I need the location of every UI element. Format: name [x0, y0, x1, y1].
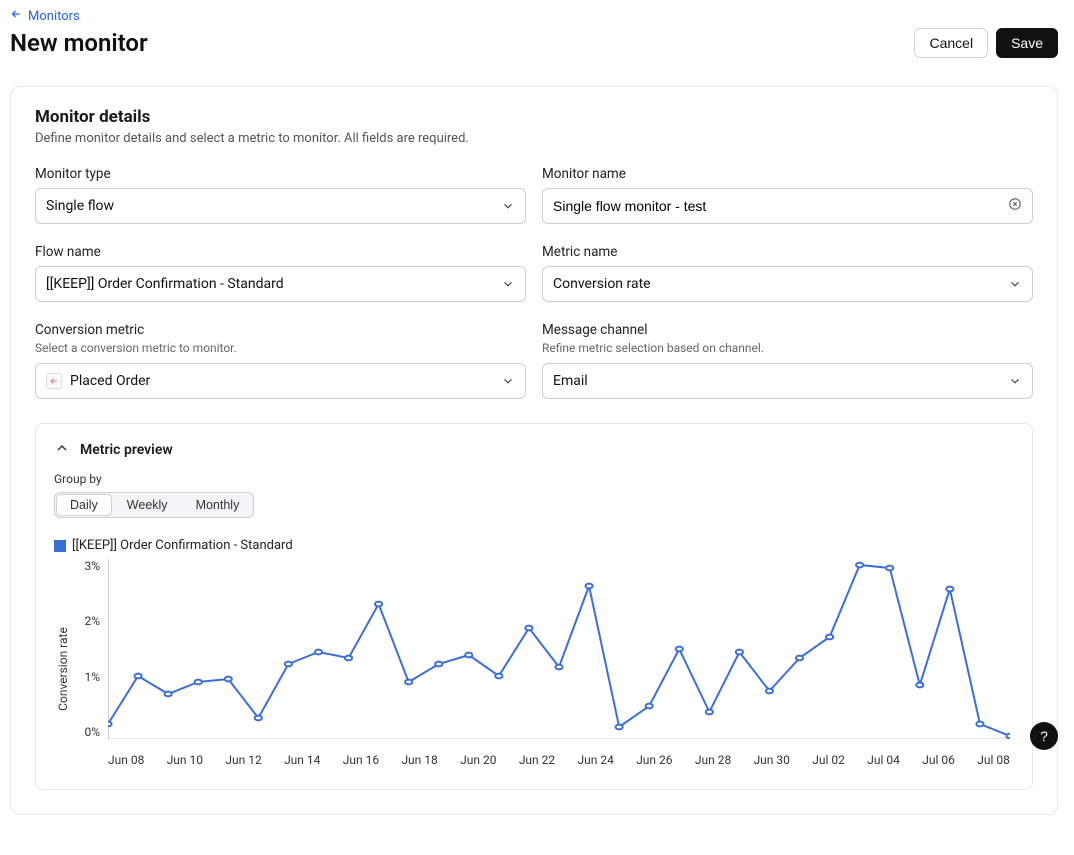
y-tick-label: 2% — [84, 614, 100, 628]
y-tick-labels: 3% 2% 1% 0% — [72, 559, 104, 739]
chevron-down-icon — [1008, 277, 1022, 291]
group-by-weekly[interactable]: Weekly — [113, 494, 182, 516]
metric-name-label: Metric name — [542, 244, 1033, 260]
x-tick-label: Jun 12 — [225, 753, 261, 767]
chevron-down-icon — [501, 199, 515, 213]
save-button[interactable]: Save — [996, 28, 1058, 58]
group-by-daily[interactable]: Daily — [56, 494, 112, 516]
metric-preview-panel: Metric preview Group by Daily Weekly Mon… — [35, 423, 1033, 790]
x-tick-label: Jun 26 — [636, 753, 672, 767]
x-tick-label: Jul 06 — [922, 753, 955, 767]
x-tick-label: Jun 18 — [401, 753, 437, 767]
section-subtitle: Define monitor details and select a metr… — [35, 131, 1033, 146]
y-tick-label: 0% — [84, 725, 100, 739]
y-axis-label: Conversion rate — [56, 627, 70, 711]
y-tick-label: 1% — [84, 670, 100, 684]
back-to-monitors-link[interactable]: Monitors — [10, 8, 80, 24]
legend-series-label: [[KEEP]] Order Confirmation - Standard — [72, 538, 293, 553]
help-button[interactable]: ? — [1030, 722, 1058, 750]
monitor-details-card: Monitor details Define monitor details a… — [10, 86, 1058, 815]
chart-legend: [[KEEP]] Order Confirmation - Standard — [54, 538, 1014, 553]
group-by-monthly[interactable]: Monthly — [182, 494, 254, 516]
monitor-type-value: Single flow — [46, 198, 114, 214]
monitor-name-label: Monitor name — [542, 166, 1033, 182]
chevron-down-icon — [1008, 374, 1022, 388]
x-tick-label: Jun 20 — [460, 753, 496, 767]
cancel-button[interactable]: Cancel — [914, 28, 988, 58]
metric-name-select[interactable]: Conversion rate — [542, 266, 1033, 302]
x-tick-label: Jun 30 — [754, 753, 790, 767]
arrow-left-icon — [10, 8, 22, 24]
metric-tag-icon — [46, 373, 62, 389]
flow-name-label: Flow name — [35, 244, 526, 260]
legend-swatch-icon — [54, 540, 66, 552]
message-channel-select[interactable]: Email — [542, 363, 1033, 399]
metric-name-value: Conversion rate — [553, 276, 651, 292]
group-by-label: Group by — [54, 472, 1014, 486]
message-channel-helper: Refine metric selection based on channel… — [542, 341, 1033, 355]
message-channel-label: Message channel — [542, 322, 1033, 338]
message-channel-value: Email — [553, 373, 588, 389]
monitor-name-input-wrap[interactable] — [542, 188, 1033, 224]
x-tick-labels: Jun 08 Jun 10 Jun 12 Jun 14 Jun 16 Jun 18 Jun … — [108, 753, 1010, 767]
monitor-type-select[interactable]: Single flow — [35, 188, 526, 224]
section-title: Monitor details — [35, 107, 1033, 127]
line-chart — [108, 559, 1010, 739]
chevron-down-icon — [501, 374, 515, 388]
conversion-metric-helper: Select a conversion metric to monitor. — [35, 341, 526, 355]
x-tick-label: Jun 22 — [519, 753, 555, 767]
clear-icon[interactable] — [1008, 197, 1022, 215]
x-tick-label: Jul 04 — [867, 753, 900, 767]
preview-title: Metric preview — [80, 442, 173, 458]
x-tick-label: Jul 02 — [812, 753, 845, 767]
conversion-metric-value: Placed Order — [70, 373, 150, 389]
flow-name-select[interactable]: [[KEEP]] Order Confirmation - Standard — [35, 266, 526, 302]
chevron-down-icon — [501, 277, 515, 291]
page-title: New monitor — [10, 29, 148, 57]
y-tick-label: 3% — [84, 559, 100, 573]
x-tick-label: Jun 16 — [343, 753, 379, 767]
x-tick-label: Jun 10 — [167, 753, 203, 767]
conversion-metric-select[interactable]: Placed Order — [35, 363, 526, 399]
x-tick-label: Jun 14 — [284, 753, 320, 767]
conversion-metric-label: Conversion metric — [35, 322, 526, 338]
collapse-icon[interactable] — [54, 440, 70, 460]
back-link-label: Monitors — [28, 9, 80, 24]
x-tick-label: Jun 24 — [578, 753, 614, 767]
monitor-name-input[interactable] — [553, 198, 996, 214]
flow-name-value: [[KEEP]] Order Confirmation - Standard — [46, 276, 284, 292]
group-by-segmented-control: Daily Weekly Monthly — [54, 492, 254, 518]
x-tick-label: Jun 08 — [108, 753, 144, 767]
x-tick-label: Jul 08 — [977, 753, 1010, 767]
monitor-type-label: Monitor type — [35, 166, 526, 182]
chart-area: Conversion rate 3%2%1%0% Jun 08Jun 10Jun… — [54, 559, 1014, 779]
x-tick-label: Jun 28 — [695, 753, 731, 767]
